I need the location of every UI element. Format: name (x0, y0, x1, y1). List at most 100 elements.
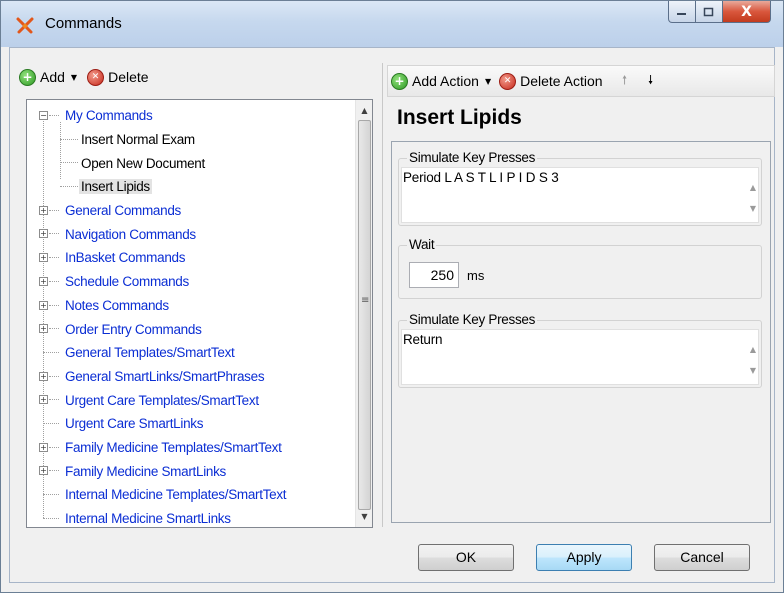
tree-item-insert-lipids[interactable]: Insert Lipids (27, 175, 355, 199)
tree-item-order-entry-commands[interactable]: + Order Entry Commands (27, 317, 355, 341)
expand-icon[interactable]: + (39, 395, 48, 405)
tree-item-internal-medicine-templates[interactable]: Internal Medicine Templates/SmartText (27, 483, 355, 507)
tree-connector (43, 351, 59, 353)
tree-item-label: General SmartLinks/SmartPhrases (65, 368, 265, 384)
tree-item-my-commands[interactable]: − My Commands (27, 104, 355, 128)
scroll-up-icon[interactable]: ▲ (750, 345, 756, 354)
move-up-icon[interactable]: 🠕 (615, 71, 635, 92)
tree-item-label: General Commands (65, 203, 182, 219)
tree-item-label: Internal Medicine Templates/SmartText (65, 487, 287, 503)
scrollbar-thumb[interactable]: ≡ (358, 120, 371, 510)
tree-item-open-new-document[interactable]: Open New Document (27, 151, 355, 175)
key-presses-input[interactable]: Return ▲ ▼ (401, 329, 759, 385)
tree-connector (43, 517, 59, 519)
scroll-down-icon[interactable]: ▼ (356, 508, 373, 525)
scroll-down-icon[interactable]: ▼ (750, 366, 756, 375)
wait-duration-input[interactable]: 250 (409, 262, 459, 288)
tree-item-label: Order Entry Commands (65, 321, 202, 337)
command-title: Insert Lipids (397, 106, 522, 129)
tree-item-urgent-care-templates[interactable]: + Urgent Care Templates/SmartText (27, 388, 355, 412)
commands-window: Commands X + Add ▼ ✕ Delete − My Command… (0, 0, 784, 593)
panel-splitter[interactable] (382, 63, 383, 527)
move-down-icon[interactable]: 🠗 (641, 71, 661, 92)
tree-item-general-templates[interactable]: General Templates/SmartText (27, 341, 355, 365)
expand-icon[interactable]: + (39, 205, 48, 215)
tree-item-inbasket-commands[interactable]: + InBasket Commands (27, 246, 355, 270)
action-wait: Wait 250 ms (398, 237, 762, 299)
tree-connector (49, 115, 59, 116)
expand-icon[interactable]: + (39, 300, 48, 310)
add-action-label: Add Action (412, 73, 479, 89)
wait-unit-label: ms (467, 268, 485, 283)
close-icon: X (741, 3, 752, 20)
action-type-label: Wait (407, 237, 437, 252)
action-type-label: Simulate Key Presses (407, 312, 538, 327)
tree-item-label: Notes Commands (65, 297, 169, 313)
tree-connector (43, 494, 59, 495)
expand-icon[interactable]: + (39, 276, 48, 286)
key-presses-input[interactable]: Period L A S T L I P I D S 3 ▲ ▼ (401, 167, 759, 223)
expand-icon[interactable]: + (39, 466, 48, 476)
action-type-label: Simulate Key Presses (407, 150, 538, 165)
tree-connector (49, 328, 59, 330)
tree-item-navigation-commands[interactable]: + Navigation Commands (27, 222, 355, 246)
cancel-button[interactable]: Cancel (654, 544, 750, 571)
delete-action-label: Delete Action (520, 73, 603, 89)
expand-icon[interactable]: + (39, 324, 48, 334)
tree-item-general-smartlinks[interactable]: + General SmartLinks/SmartPhrases (27, 365, 355, 389)
tree-item-family-medicine-smartlinks[interactable]: + Family Medicine SmartLinks (27, 459, 355, 483)
scroll-up-icon[interactable]: ▲ (750, 183, 756, 192)
expand-icon[interactable]: + (39, 371, 48, 381)
add-label: Add (40, 69, 65, 85)
scroll-up-icon[interactable]: ▲ (356, 102, 373, 119)
scroll-down-icon[interactable]: ▼ (750, 204, 756, 213)
app-logo-icon (16, 17, 34, 34)
tree-item-label: InBasket Commands (65, 250, 186, 266)
add-command-button[interactable]: + Add ▼ (19, 68, 77, 86)
tree-item-label: Urgent Care Templates/SmartText (65, 392, 259, 408)
minimize-button[interactable] (668, 1, 696, 23)
tree-connector (49, 280, 59, 282)
tree-scrollbar[interactable]: ▲ ≡ ▼ (355, 100, 372, 527)
expand-icon[interactable]: + (39, 229, 48, 239)
expand-icon[interactable]: + (39, 442, 48, 452)
expand-icon[interactable]: + (39, 253, 48, 263)
command-tree: − My Commands Insert Normal Exam Open Ne… (27, 100, 355, 527)
delete-action-button[interactable]: ✕ Delete Action (499, 72, 603, 90)
maximize-icon (703, 7, 714, 16)
tree-connector (49, 209, 59, 211)
tree-item-urgent-care-smartlinks[interactable]: Urgent Care SmartLinks (27, 412, 355, 436)
tree-item-label: Family Medicine SmartLinks (65, 463, 226, 479)
tree-connector (49, 304, 59, 306)
tree-item-internal-medicine-smartlinks[interactable]: Internal Medicine SmartLinks (27, 507, 355, 527)
ok-button[interactable]: OK (418, 544, 514, 571)
tree-item-label-selected: Insert Lipids (79, 179, 152, 195)
key-presses-value: Return (403, 332, 443, 347)
key-presses-value: Period L A S T L I P I D S 3 (403, 170, 559, 185)
apply-button[interactable]: Apply (536, 544, 632, 571)
collapse-icon[interactable]: − (39, 111, 48, 120)
title-bar[interactable]: Commands X (1, 1, 783, 47)
tree-item-label: Urgent Care SmartLinks (65, 416, 204, 432)
command-tree-panel[interactable]: − My Commands Insert Normal Exam Open Ne… (26, 99, 373, 528)
maximize-button[interactable] (696, 1, 723, 23)
window-title: Commands (45, 15, 122, 32)
tree-item-family-medicine-templates[interactable]: + Family Medicine Templates/SmartText (27, 436, 355, 460)
action-simulate-keys-2: Simulate Key Presses Return ▲ ▼ (398, 312, 762, 388)
tree-item-general-commands[interactable]: + General Commands (27, 199, 355, 223)
tree-connector (49, 375, 59, 377)
delete-icon: ✕ (499, 72, 517, 90)
close-button[interactable]: X (723, 1, 771, 23)
delete-command-button[interactable]: ✕ Delete (87, 68, 149, 86)
tree-connector (49, 233, 59, 235)
tree-item-schedule-commands[interactable]: + Schedule Commands (27, 270, 355, 294)
action-list-panel: Simulate Key Presses Period L A S T L I … (391, 141, 771, 523)
delete-icon: ✕ (87, 68, 105, 86)
add-action-button[interactable]: + Add Action ▼ (391, 72, 491, 90)
delete-label: Delete (108, 69, 149, 85)
tree-connector (49, 446, 59, 448)
tree-item-label: General Templates/SmartText (65, 345, 235, 361)
tree-connector (43, 422, 59, 424)
tree-item-notes-commands[interactable]: + Notes Commands (27, 294, 355, 318)
tree-item-insert-normal-exam[interactable]: Insert Normal Exam (27, 128, 355, 152)
